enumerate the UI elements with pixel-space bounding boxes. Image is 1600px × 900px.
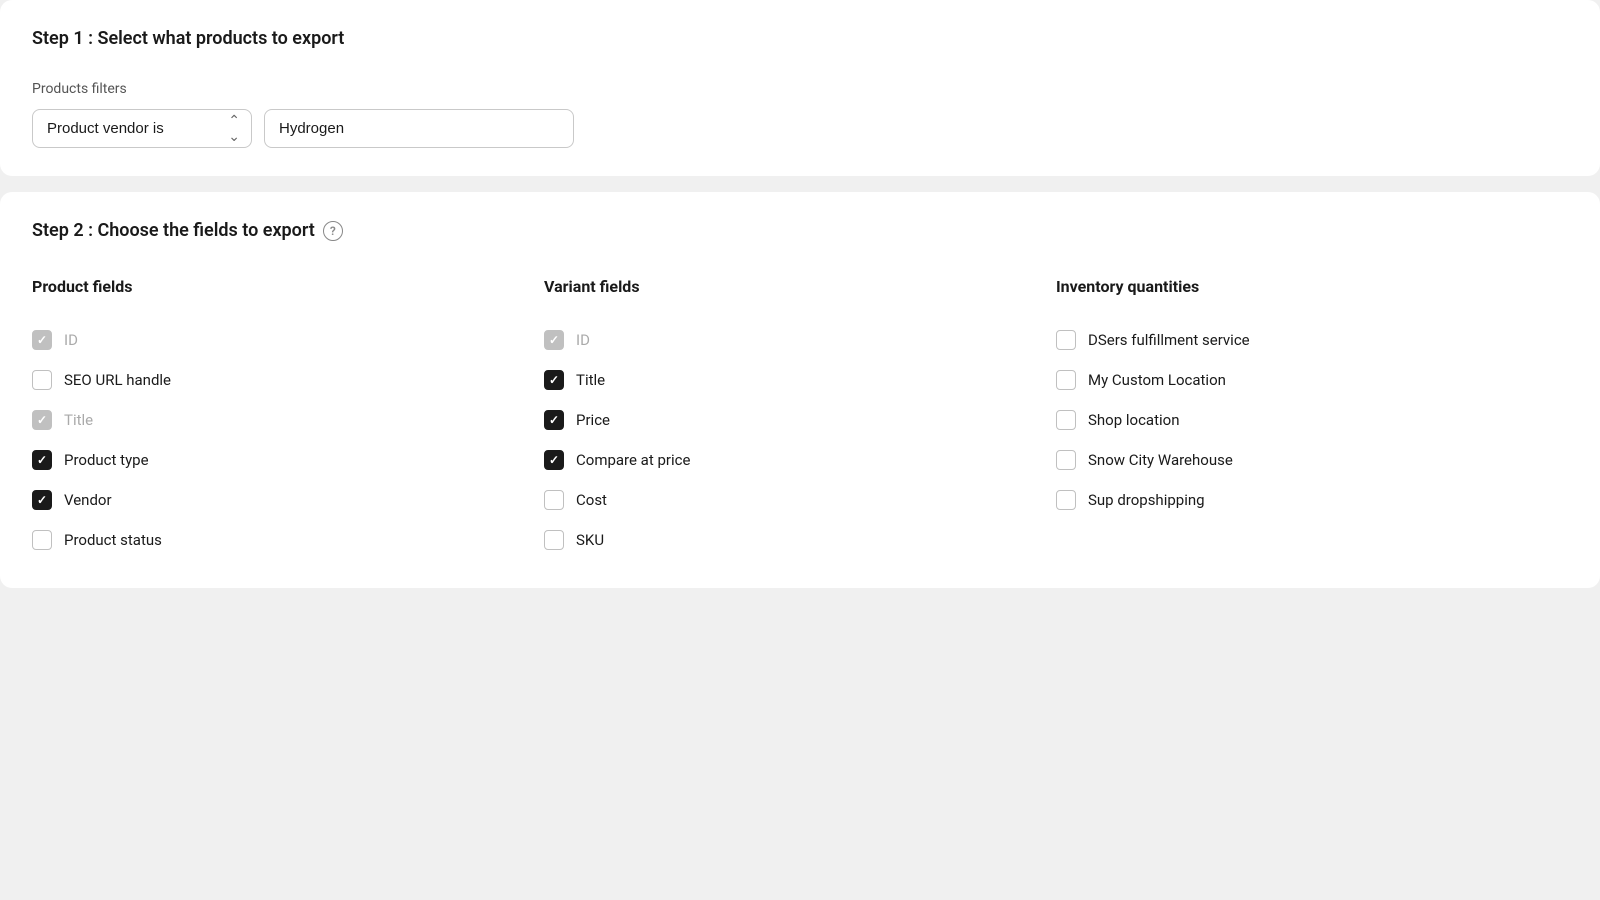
checkmark-icon: ✓ [37, 494, 47, 506]
list-item: Snow City Warehouse [1056, 440, 1548, 480]
inventory-quantities-title: Inventory quantities [1056, 277, 1548, 296]
checkbox-vendor[interactable]: ✓ [32, 490, 52, 510]
product-fields-title: Product fields [32, 277, 524, 296]
list-item: ✓ Price [544, 400, 1036, 440]
list-item: ✓ Title [544, 360, 1036, 400]
field-label-shop-location: Shop location [1088, 411, 1179, 429]
field-label-product-title: Title [64, 411, 93, 429]
checkbox-compare-at-price[interactable]: ✓ [544, 450, 564, 470]
field-label-variant-title: Title [576, 371, 605, 389]
help-icon[interactable]: ? [323, 221, 343, 241]
list-item: Cost [544, 480, 1036, 520]
checkmark-icon: ✓ [549, 374, 559, 386]
field-label-sup-dropshipping: Sup dropshipping [1088, 491, 1205, 509]
list-item: SEO URL handle [32, 360, 524, 400]
checkbox-variant-id[interactable]: ✓ [544, 330, 564, 350]
list-item: ✓ ID [544, 320, 1036, 360]
checkbox-sup-dropshipping[interactable] [1056, 490, 1076, 510]
checkbox-snow-city-warehouse[interactable] [1056, 450, 1076, 470]
step2-title-row: Step 2 : Choose the fields to export ? [32, 220, 1568, 241]
field-label-dsers: DSers fulfillment service [1088, 331, 1250, 349]
list-item: Shop location [1056, 400, 1548, 440]
checkbox-sku[interactable] [544, 530, 564, 550]
field-label-product-id: ID [64, 331, 78, 349]
field-label-sku: SKU [576, 531, 604, 549]
products-filters-label: Products filters [32, 81, 1568, 97]
checkbox-product-id[interactable]: ✓ [32, 330, 52, 350]
field-label-compare-at-price: Compare at price [576, 451, 690, 469]
checkmark-icon: ✓ [37, 454, 47, 466]
field-label-product-status: Product status [64, 531, 162, 549]
filter-value-input[interactable] [264, 109, 574, 148]
checkbox-shop-location[interactable] [1056, 410, 1076, 430]
step2-card: Step 2 : Choose the fields to export ? P… [0, 192, 1600, 588]
list-item: ✓ Compare at price [544, 440, 1036, 480]
checkbox-seo-url-handle[interactable] [32, 370, 52, 390]
list-item: SKU [544, 520, 1036, 560]
field-label-cost: Cost [576, 491, 607, 509]
checkmark-icon: ✓ [37, 334, 47, 346]
variant-fields-title: Variant fields [544, 277, 1036, 296]
field-label-snow-city-warehouse: Snow City Warehouse [1088, 451, 1233, 469]
field-label-my-custom-location: My Custom Location [1088, 371, 1226, 389]
step1-title: Step 1 : Select what products to export [32, 28, 1568, 49]
checkbox-variant-title[interactable]: ✓ [544, 370, 564, 390]
checkmark-icon: ✓ [549, 334, 559, 346]
list-item: DSers fulfillment service [1056, 320, 1548, 360]
filter-row: Product vendor is Product type is Produc… [32, 109, 1568, 148]
page-wrapper: Step 1 : Select what products to export … [0, 0, 1600, 588]
checkbox-product-status[interactable] [32, 530, 52, 550]
checkbox-price[interactable]: ✓ [544, 410, 564, 430]
checkmark-icon: ✓ [549, 414, 559, 426]
checkbox-dsers[interactable] [1056, 330, 1076, 350]
product-fields-column: Product fields ✓ ID SEO URL handle ✓ Tit… [32, 277, 544, 560]
list-item: My Custom Location [1056, 360, 1548, 400]
list-item: ✓ Vendor [32, 480, 524, 520]
field-label-variant-id: ID [576, 331, 590, 349]
filter-select-wrapper: Product vendor is Product type is Produc… [32, 109, 252, 148]
filter-select[interactable]: Product vendor is Product type is Produc… [32, 109, 252, 148]
inventory-quantities-column: Inventory quantities DSers fulfillment s… [1056, 277, 1568, 560]
checkbox-my-custom-location[interactable] [1056, 370, 1076, 390]
field-label-product-type: Product type [64, 451, 149, 469]
fields-grid: Product fields ✓ ID SEO URL handle ✓ Tit… [32, 277, 1568, 560]
checkmark-icon: ✓ [37, 414, 47, 426]
list-item: Product status [32, 520, 524, 560]
variant-fields-column: Variant fields ✓ ID ✓ Title ✓ [544, 277, 1056, 560]
list-item: Sup dropshipping [1056, 480, 1548, 520]
field-label-seo-url-handle: SEO URL handle [64, 371, 171, 389]
field-label-vendor: Vendor [64, 491, 112, 509]
checkbox-cost[interactable] [544, 490, 564, 510]
list-item: ✓ Title [32, 400, 524, 440]
checkbox-product-type[interactable]: ✓ [32, 450, 52, 470]
checkbox-product-title[interactable]: ✓ [32, 410, 52, 430]
list-item: ✓ Product type [32, 440, 524, 480]
field-label-price: Price [576, 411, 610, 429]
step1-card: Step 1 : Select what products to export … [0, 0, 1600, 176]
list-item: ✓ ID [32, 320, 524, 360]
checkmark-icon: ✓ [549, 454, 559, 466]
step2-title-text: Step 2 : Choose the fields to export [32, 220, 315, 241]
